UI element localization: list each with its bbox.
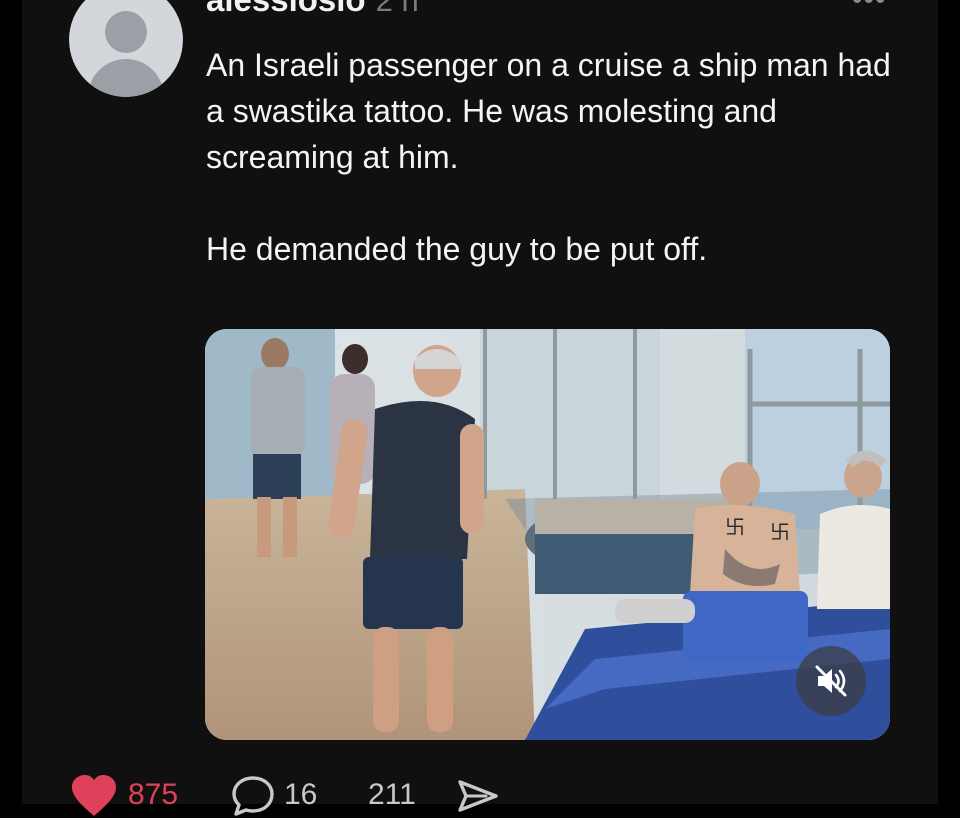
post-paragraph: An Israeli passenger on a cruise a ship … [206,47,891,175]
mute-toggle-button[interactable] [796,646,866,716]
comment-bubble-icon [232,776,274,816]
post-paragraph: He demanded the guy to be put off. [206,231,708,267]
heart-icon [72,775,116,816]
send-icon [458,780,498,812]
comment-button[interactable]: 16 [230,774,330,816]
more-options-icon[interactable]: ••• [852,0,887,15]
username[interactable]: alessiosio [206,0,366,18]
timestamp: 2 h [375,0,419,18]
svg-text:卐: 卐 [770,520,790,544]
repost-count: 211 [368,778,416,811]
video-player[interactable]: 卐 卐 [205,329,890,740]
like-button[interactable]: 875 [70,774,190,816]
post-header: alessiosio 2 h [206,0,419,18]
svg-text:卐: 卐 [725,515,745,539]
speaker-muted-icon [815,665,847,697]
share-button[interactable] [456,774,506,814]
like-count: 875 [128,778,179,811]
comment-count: 16 [284,778,318,811]
post-text: An Israeli passenger on a cruise a ship … [206,42,896,272]
repost-button[interactable]: 211 [368,774,458,814]
video-frame: 卐 卐 [205,329,890,740]
